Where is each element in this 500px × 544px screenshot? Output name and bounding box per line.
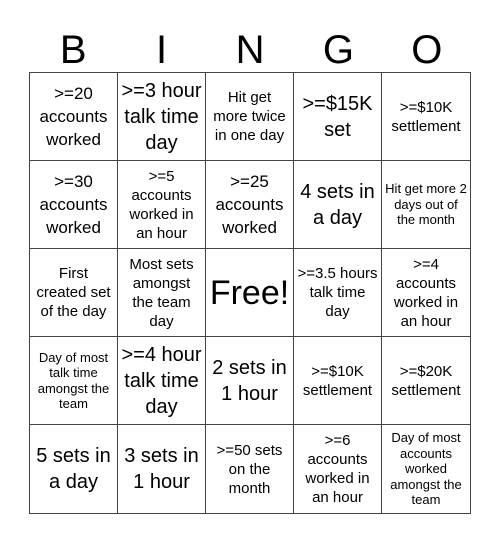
free-cell[interactable]: Free! (206, 249, 294, 337)
bingo-cell[interactable]: >=$15K set (294, 73, 382, 161)
bingo-cell[interactable]: Hit get more 2 days out of the month (382, 161, 470, 249)
bingo-cell[interactable]: >=$10K settlement (382, 73, 470, 161)
bingo-cell[interactable]: >=6 accounts worked in an hour (294, 425, 382, 513)
bingo-cell[interactable]: >=$10K settlement (294, 337, 382, 425)
bingo-cell[interactable]: First created set of the day (30, 249, 118, 337)
bingo-grid: >=20 accounts worked >=3 hour talk time … (29, 72, 471, 514)
bingo-cell[interactable]: Day of most talk time amongst the team (30, 337, 118, 425)
header-letter-b: B (59, 28, 87, 72)
bingo-cell[interactable]: >=20 accounts worked (30, 73, 118, 161)
header-letter-n: N (235, 28, 265, 72)
bingo-cell[interactable]: >=3 hour talk time day (118, 73, 206, 161)
bingo-cell[interactable]: Hit get more twice in one day (206, 73, 294, 161)
header-letter-o: O (411, 28, 443, 72)
bingo-cell[interactable]: >=4 accounts worked in an hour (382, 249, 470, 337)
bingo-cell[interactable]: Day of most accounts worked amongst the … (382, 425, 470, 513)
bingo-header: B I N G O (29, 28, 471, 72)
bingo-cell[interactable]: >=$20K settlement (382, 337, 470, 425)
bingo-cell[interactable]: >=30 accounts worked (30, 161, 118, 249)
bingo-cell[interactable]: Most sets amongst the team day (118, 249, 206, 337)
bingo-cell[interactable]: 4 sets in a day (294, 161, 382, 249)
header-letter-g: G (322, 28, 354, 72)
bingo-cell[interactable]: 5 sets in a day (30, 425, 118, 513)
header-letter-i: I (156, 28, 168, 72)
bingo-cell[interactable]: 3 sets in 1 hour (118, 425, 206, 513)
bingo-cell[interactable]: >=3.5 hours talk time day (294, 249, 382, 337)
bingo-cell[interactable]: >=25 accounts worked (206, 161, 294, 249)
bingo-cell[interactable]: >=50 sets on the month (206, 425, 294, 513)
bingo-cell[interactable]: >=4 hour talk time day (118, 337, 206, 425)
bingo-cell[interactable]: >=5 accounts worked in an hour (118, 161, 206, 249)
bingo-cell[interactable]: 2 sets in 1 hour (206, 337, 294, 425)
